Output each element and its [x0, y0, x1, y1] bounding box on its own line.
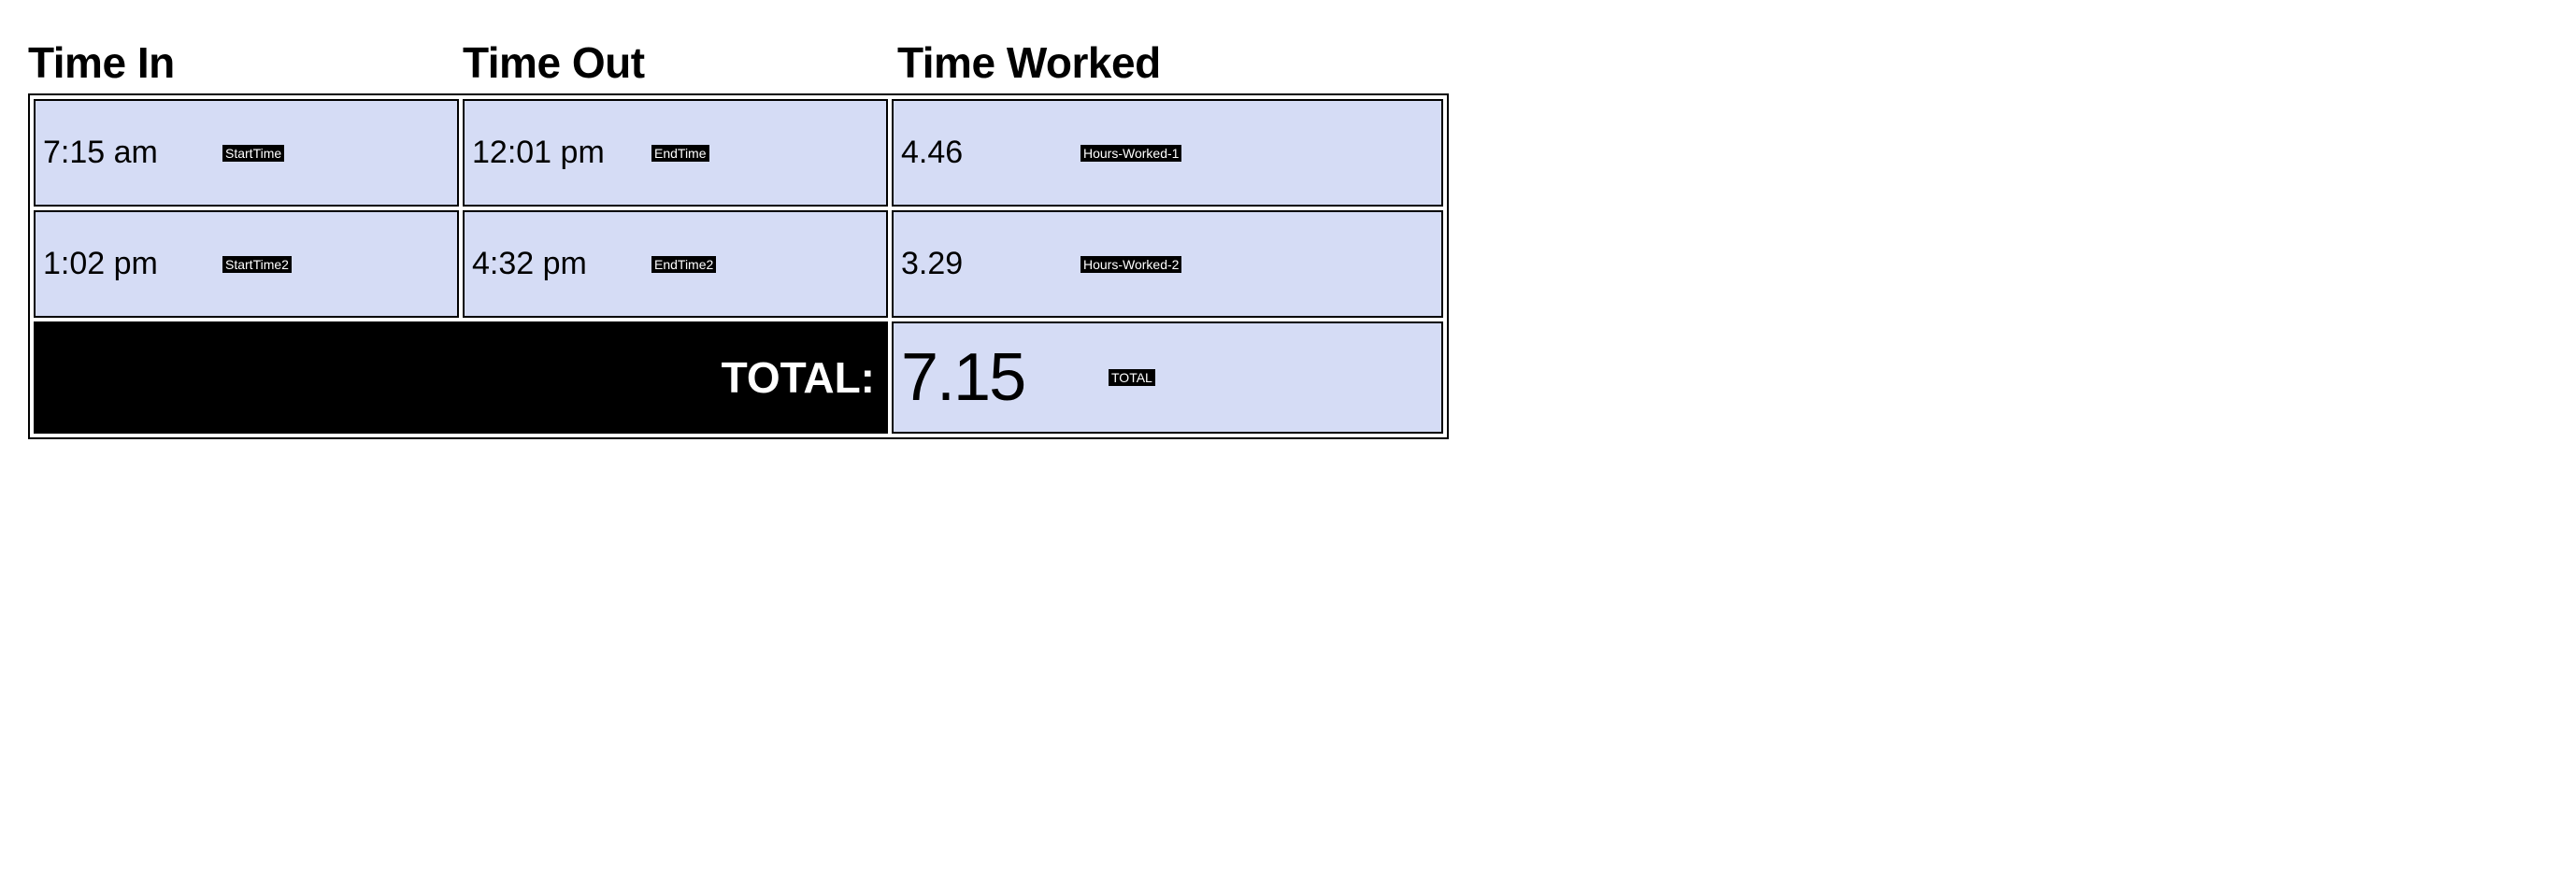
total-label: TOTAL:: [34, 321, 888, 434]
field-tag: Hours-Worked-2: [1080, 256, 1181, 273]
time-worked-value: 4.46: [901, 135, 963, 171]
time-in-value: 7:15 am: [43, 135, 158, 171]
time-out-value: 12:01 pm: [472, 135, 605, 171]
header-time-worked: Time Worked: [897, 37, 1449, 88]
field-tag: EndTime: [651, 145, 709, 162]
field-tag: StartTime: [222, 145, 284, 162]
timesheet-table: Time In Time Out Time Worked 7:15 am Sta…: [28, 37, 1449, 439]
table-row: 1:02 pm StartTime2 4:32 pm EndTime2 3.29…: [34, 210, 1443, 318]
header-time-in: Time In: [28, 37, 463, 88]
field-tag: TOTAL: [1109, 369, 1155, 386]
total-value: 7.15: [901, 340, 1024, 415]
time-worked-value: 3.29: [901, 246, 963, 282]
time-out-value: 4:32 pm: [472, 246, 587, 282]
field-tag: StartTime2: [222, 256, 292, 273]
time-in-cell[interactable]: 7:15 am StartTime: [34, 99, 459, 207]
time-out-cell[interactable]: 12:01 pm EndTime: [463, 99, 888, 207]
time-out-cell[interactable]: 4:32 pm EndTime2: [463, 210, 888, 318]
time-in-value: 1:02 pm: [43, 246, 158, 282]
field-tag: Hours-Worked-1: [1080, 145, 1181, 162]
total-row: TOTAL: 7.15 TOTAL: [34, 321, 1443, 434]
header-row: Time In Time Out Time Worked: [28, 37, 1449, 88]
time-in-cell[interactable]: 1:02 pm StartTime2: [34, 210, 459, 318]
total-cell[interactable]: 7.15 TOTAL: [892, 321, 1443, 434]
field-tag: EndTime2: [651, 256, 716, 273]
time-grid: 7:15 am StartTime 12:01 pm EndTime 4.46 …: [28, 93, 1449, 439]
header-time-out: Time Out: [463, 37, 897, 88]
time-worked-cell[interactable]: 3.29 Hours-Worked-2: [892, 210, 1443, 318]
time-worked-cell[interactable]: 4.46 Hours-Worked-1: [892, 99, 1443, 207]
table-row: 7:15 am StartTime 12:01 pm EndTime 4.46 …: [34, 99, 1443, 207]
